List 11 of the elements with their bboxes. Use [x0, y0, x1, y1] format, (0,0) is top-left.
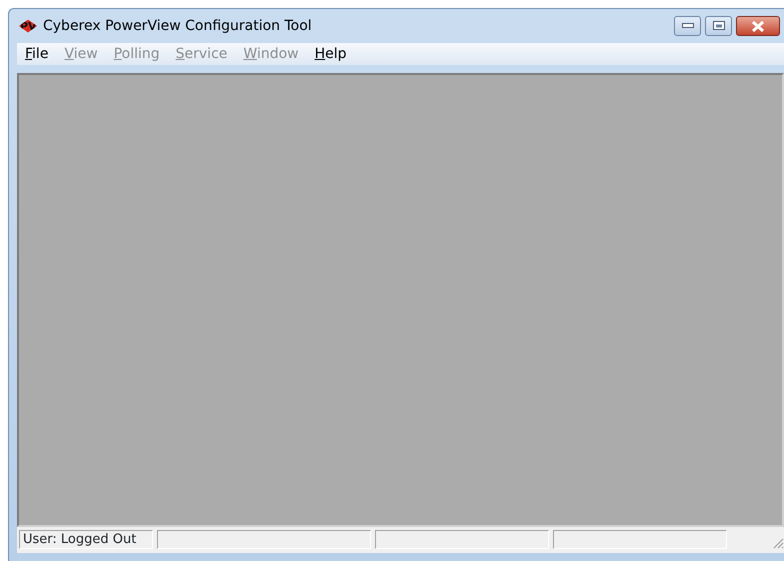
close-icon [751, 20, 765, 32]
window-title: Cyberex PowerView Configuration Tool [43, 16, 312, 36]
maximize-button[interactable] [705, 16, 732, 36]
resize-grip-icon[interactable] [772, 537, 784, 549]
minimize-icon [682, 23, 694, 29]
menu-item[interactable]: Help [306, 44, 355, 64]
menu-item[interactable]: File [17, 44, 56, 64]
maximize-icon [712, 21, 724, 31]
status-text: User: Logged Out [19, 530, 153, 549]
close-button[interactable] [736, 16, 780, 36]
minimize-button[interactable] [674, 16, 701, 36]
